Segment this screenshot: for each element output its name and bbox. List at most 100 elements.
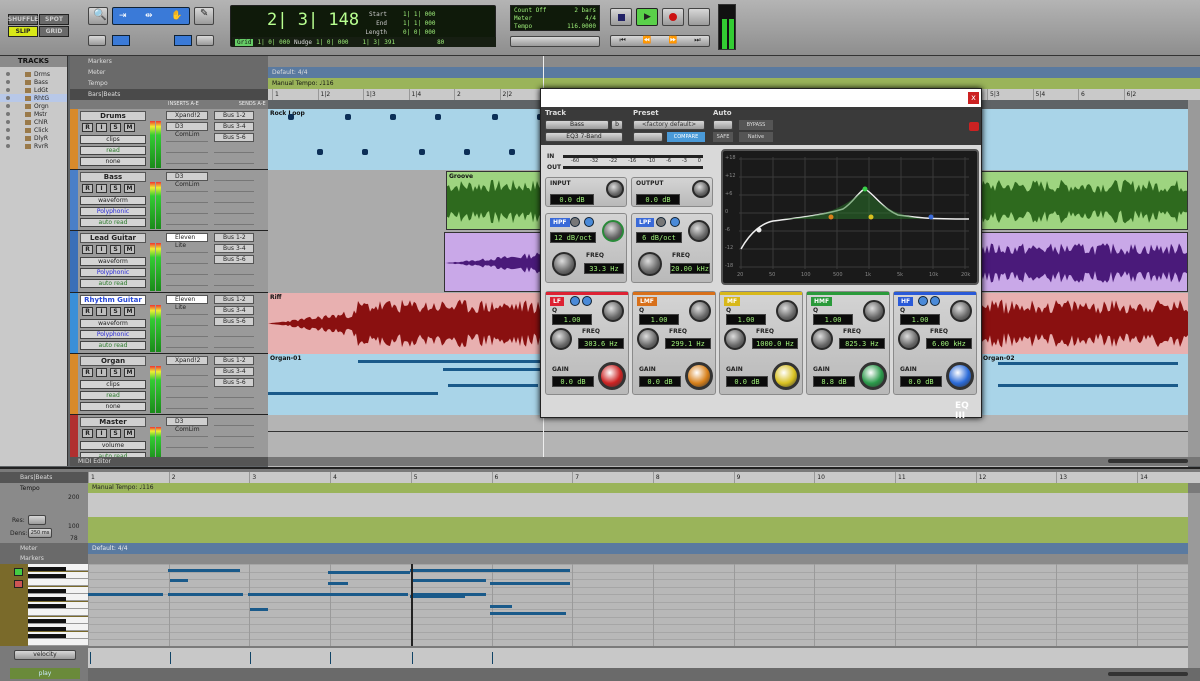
send-slot-empty[interactable]	[214, 216, 254, 225]
insert-slot[interactable]: D3 ComLim	[166, 172, 208, 188]
midi-editor-label[interactable]: MIDI Editor	[70, 457, 268, 466]
grid-label[interactable]: Grid	[235, 38, 254, 46]
send-slot-empty[interactable]	[214, 428, 254, 437]
send-slot-empty[interactable]	[214, 172, 254, 181]
q-value[interactable]: 1.00	[639, 314, 679, 325]
forward-icon[interactable]: ⏩	[668, 36, 677, 46]
play-button[interactable]: ▶	[636, 8, 658, 26]
insert-slot-empty[interactable]	[166, 155, 208, 164]
lpf-freq-value[interactable]: 20.00 kHz	[670, 263, 710, 274]
grid-value[interactable]: 1| 0| 000	[257, 39, 290, 46]
hpf-enable-icon[interactable]	[584, 217, 594, 227]
freq-value[interactable]: 303.6 Hz	[578, 338, 624, 349]
solo-button[interactable]: S	[110, 368, 121, 377]
input-monitor-button[interactable]: I	[96, 429, 107, 438]
group-selector[interactable]: none	[80, 402, 146, 411]
tempo-value[interactable]: 116.0000	[567, 23, 596, 31]
freq-value[interactable]: 1000.0 Hz	[752, 338, 798, 349]
send-slot[interactable]: Bus 3-4	[214, 244, 254, 253]
start-value[interactable]: 1| 1| 000	[403, 10, 436, 19]
send-slot[interactable]: Bus 3-4	[214, 367, 254, 376]
q-knob[interactable]	[950, 300, 972, 322]
automation-button[interactable]	[713, 120, 733, 130]
plugin-menu-icon[interactable]	[969, 122, 979, 131]
gain-value[interactable]: 0.0 dB	[726, 376, 768, 387]
length-value[interactable]: 0| 0| 000	[403, 28, 436, 37]
send-slot[interactable]: Bus 1-2	[214, 356, 254, 365]
send-slot-empty[interactable]	[214, 417, 254, 426]
insert-slot-empty[interactable]	[166, 244, 208, 253]
midi-controls[interactable]	[510, 36, 600, 47]
midi-note[interactable]	[168, 593, 243, 596]
loop-button[interactable]	[688, 8, 710, 26]
tempo-graph[interactable]	[88, 493, 1188, 543]
band-enable-icon[interactable]	[930, 296, 940, 306]
insert-position-selector[interactable]: b	[611, 120, 623, 130]
insert-slot[interactable]: D3 ComLim	[166, 417, 208, 433]
velocity-stem[interactable]	[170, 652, 171, 664]
automation-mode-selector[interactable]: auto read	[80, 279, 146, 288]
plugin-title-bar[interactable]: x	[541, 89, 981, 107]
send-slot[interactable]: Bus 1-2	[214, 295, 254, 304]
midi-meter-ruler[interactable]: Default: 4/4	[88, 543, 1188, 554]
insert-slot[interactable]: Eleven Lite	[166, 295, 208, 311]
hmf-node[interactable]	[862, 186, 868, 192]
q-knob[interactable]	[602, 300, 624, 322]
slip-mode-button[interactable]: SLIP	[8, 26, 38, 37]
insert-slot-empty[interactable]	[166, 194, 208, 203]
piano-black-key[interactable]	[28, 627, 66, 631]
vertical-scrollbar[interactable]	[1188, 100, 1200, 464]
automation-mode-selector[interactable]: read	[80, 391, 146, 400]
insert-slot-empty[interactable]	[166, 378, 208, 387]
track-visibility-icon[interactable]	[6, 136, 10, 140]
nudge-label[interactable]: Nudge	[294, 39, 312, 46]
track-view-selector[interactable]: waveform	[80, 257, 146, 266]
track-name[interactable]: Drums	[80, 111, 146, 121]
track-visibility-icon[interactable]	[6, 96, 10, 100]
piano-black-key[interactable]	[28, 597, 66, 601]
band-shape-icon[interactable]	[918, 296, 928, 306]
midi-note[interactable]	[170, 579, 188, 582]
piano-black-key[interactable]	[28, 634, 66, 638]
output-value[interactable]: 0.0 dB	[636, 194, 680, 205]
midi-note[interactable]	[490, 612, 566, 615]
rewind-icon[interactable]: ⏪	[643, 36, 652, 46]
piano-white-key[interactable]	[28, 639, 88, 646]
close-button[interactable]: x	[968, 92, 979, 104]
send-slot[interactable]: Bus 5-6	[214, 317, 254, 326]
track-header-organ[interactable]: Organ R I S Mclips read none Xpand!2 Bus 1-2 Bus …	[70, 354, 268, 415]
send-slot-empty[interactable]	[214, 339, 254, 348]
velocity-lane[interactable]	[88, 648, 1188, 668]
trim-select-grabber-tools[interactable]: ⇥ ⇹ ✋	[112, 7, 190, 25]
midi-note[interactable]	[410, 569, 490, 572]
input-monitor-button[interactable]: I	[96, 307, 107, 316]
track-view-selector[interactable]: clips	[80, 380, 146, 389]
insert-slot-empty[interactable]	[166, 328, 208, 337]
midi-horizontal-scrollbar[interactable]	[88, 668, 1200, 681]
freq-knob[interactable]	[724, 328, 746, 350]
track-visibility-icon[interactable]	[6, 80, 10, 84]
midi-note-grid[interactable]	[88, 564, 1188, 646]
midi-track-toggle-2[interactable]	[14, 580, 23, 588]
send-slot-empty[interactable]	[214, 389, 254, 398]
q-value[interactable]: 1.00	[726, 314, 766, 325]
input-monitor-button[interactable]: I	[96, 245, 107, 254]
gain-knob[interactable]	[598, 362, 626, 390]
native-button[interactable]: Native	[739, 132, 773, 142]
solo-button[interactable]: S	[110, 184, 121, 193]
hpf-freq-value[interactable]: 33.3 Hz	[584, 263, 624, 274]
input-value[interactable]: 0.0 dB	[550, 194, 594, 205]
gain-knob[interactable]	[859, 362, 887, 390]
send-slot[interactable]: Bus 5-6	[214, 133, 254, 142]
preset-selector[interactable]: <factory default>	[633, 120, 705, 130]
send-slot[interactable]: Bus 1-2	[214, 233, 254, 242]
q-knob[interactable]	[776, 300, 798, 322]
insert-slot-empty[interactable]	[166, 255, 208, 264]
track-visibility-icon[interactable]	[6, 128, 10, 132]
more-options-button[interactable]	[196, 35, 214, 46]
q-knob[interactable]	[689, 300, 711, 322]
go-to-end-icon[interactable]: ⏭	[694, 36, 700, 46]
track-view-selector[interactable]: waveform	[80, 196, 146, 205]
eq-curve-display[interactable]: +18 +12 +6 0 -6 -12 -18 20 50 100 500 1k 5k 10k 20k	[721, 149, 979, 285]
insert-slot-empty[interactable]	[166, 367, 208, 376]
